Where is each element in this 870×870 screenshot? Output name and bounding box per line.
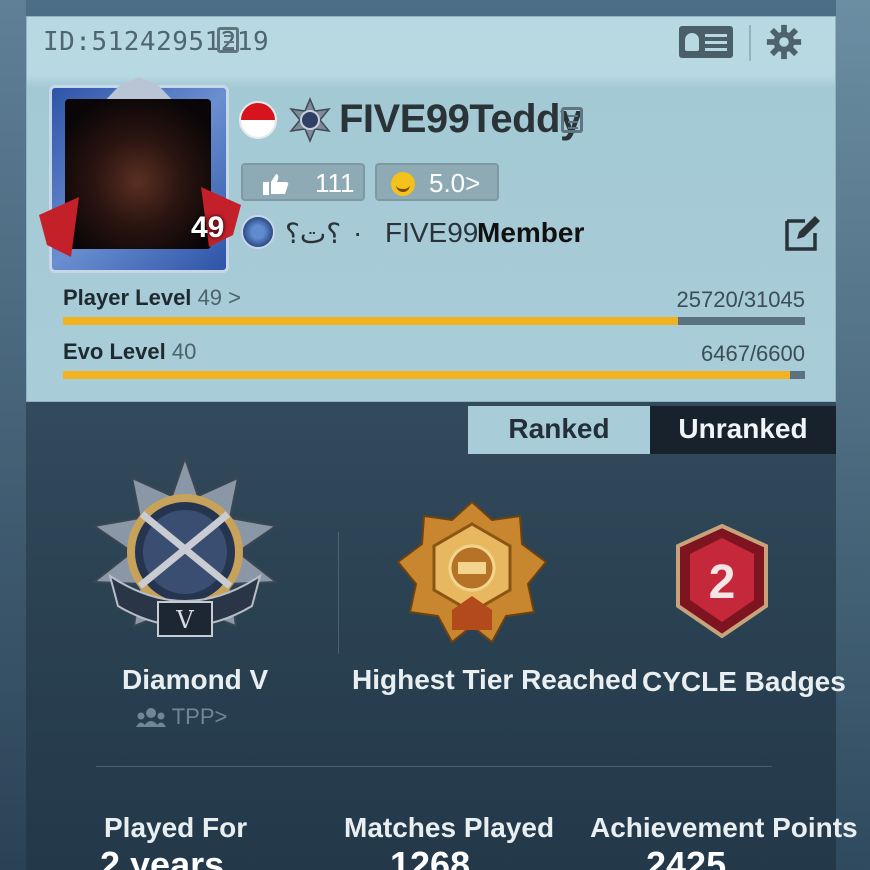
rank-numeral: V — [175, 606, 194, 634]
squad-icon — [136, 708, 166, 727]
copy-name-icon[interactable] — [561, 107, 583, 133]
profile-card-icon[interactable] — [679, 26, 733, 58]
avatar[interactable]: 49 — [39, 77, 241, 273]
tier-emblem-icon — [289, 97, 331, 143]
edit-icon[interactable] — [783, 213, 823, 253]
likes-count: 111 — [315, 168, 355, 198]
smile-icon — [391, 172, 415, 196]
cycle-badge-icon[interactable]: 2 — [674, 524, 770, 638]
stats-panel: Ranked Unranked V Diamond V TPP> Highest… — [26, 402, 858, 870]
gear-icon[interactable] — [765, 23, 803, 61]
diamond-rank-badge-icon[interactable]: V — [80, 456, 290, 646]
background-edge-left — [0, 0, 26, 870]
stats-separator — [96, 766, 772, 767]
evo-level-value: 40 — [171, 339, 197, 364]
clan-name: FIVE99 — [385, 217, 479, 248]
tab-ranked[interactable]: Ranked — [468, 406, 650, 454]
player-level-xp: 25720/31045 — [676, 287, 805, 312]
player-level-bar — [63, 317, 805, 325]
thumbs-up-icon — [263, 174, 289, 195]
clan-emblem-icon — [241, 215, 275, 249]
stat-value-matches-played: 1268 — [390, 844, 471, 870]
cycle-badges-label: CYCLE Badges — [642, 666, 846, 697]
player-level-value: 49 > — [197, 285, 241, 310]
profile-card: ID:51242951219 49 FIVE99Teddy 111 5.0> ؟… — [26, 16, 836, 402]
cycle-number: 2 — [709, 556, 736, 609]
likes-button[interactable]: 111 — [241, 163, 365, 201]
avatar-level: 49 — [191, 211, 225, 244]
badge-divider — [338, 532, 339, 654]
stat-value-achievement-points: 2425 — [646, 844, 727, 870]
stat-value-played-for: 2 years — [100, 844, 225, 870]
evo-level-row: Evo Level 40 6467/6600 — [63, 339, 805, 383]
clan-separator: · — [353, 217, 363, 248]
stat-label-achievement-points: Achievement Points — [590, 812, 858, 843]
mode-label: TPP> — [171, 704, 228, 729]
id-bar: ID:51242951219 — [27, 17, 835, 69]
tab-unranked[interactable]: Unranked — [650, 406, 836, 454]
highest-tier-badge-icon[interactable] — [392, 498, 552, 648]
copy-id-icon[interactable] — [217, 27, 239, 53]
player-level-row[interactable]: Player Level 49 > 25720/31045 — [63, 285, 805, 329]
player-level-label: Player Level 49 > — [63, 285, 241, 310]
evo-level-bar-fill — [63, 371, 790, 379]
evo-level-label: Evo Level 40 — [63, 339, 197, 364]
background-edge-right — [836, 0, 870, 870]
stat-label-matches-played: Matches Played — [344, 812, 555, 843]
player-name: FIVE99Teddy — [339, 97, 582, 141]
evo-level-bar — [63, 371, 805, 379]
indonesia-flag-icon — [239, 101, 277, 139]
rating-value: 5.0> — [429, 168, 481, 198]
clan-role: Member — [477, 217, 585, 248]
highest-tier-label: Highest Tier Reached — [352, 664, 638, 695]
rank-label: Diamond V — [122, 664, 269, 695]
mode-selector[interactable]: TPP> — [136, 704, 227, 730]
player-level-bar-fill — [63, 317, 678, 325]
clan-tag: ؟ت؟ — [285, 218, 342, 249]
rating-button[interactable]: 5.0> — [375, 163, 499, 201]
evo-level-xp: 6467/6600 — [701, 341, 805, 366]
stat-label-played-for: Played For — [104, 812, 248, 843]
avatar-photo — [65, 99, 211, 249]
toolbar-divider — [749, 25, 751, 61]
